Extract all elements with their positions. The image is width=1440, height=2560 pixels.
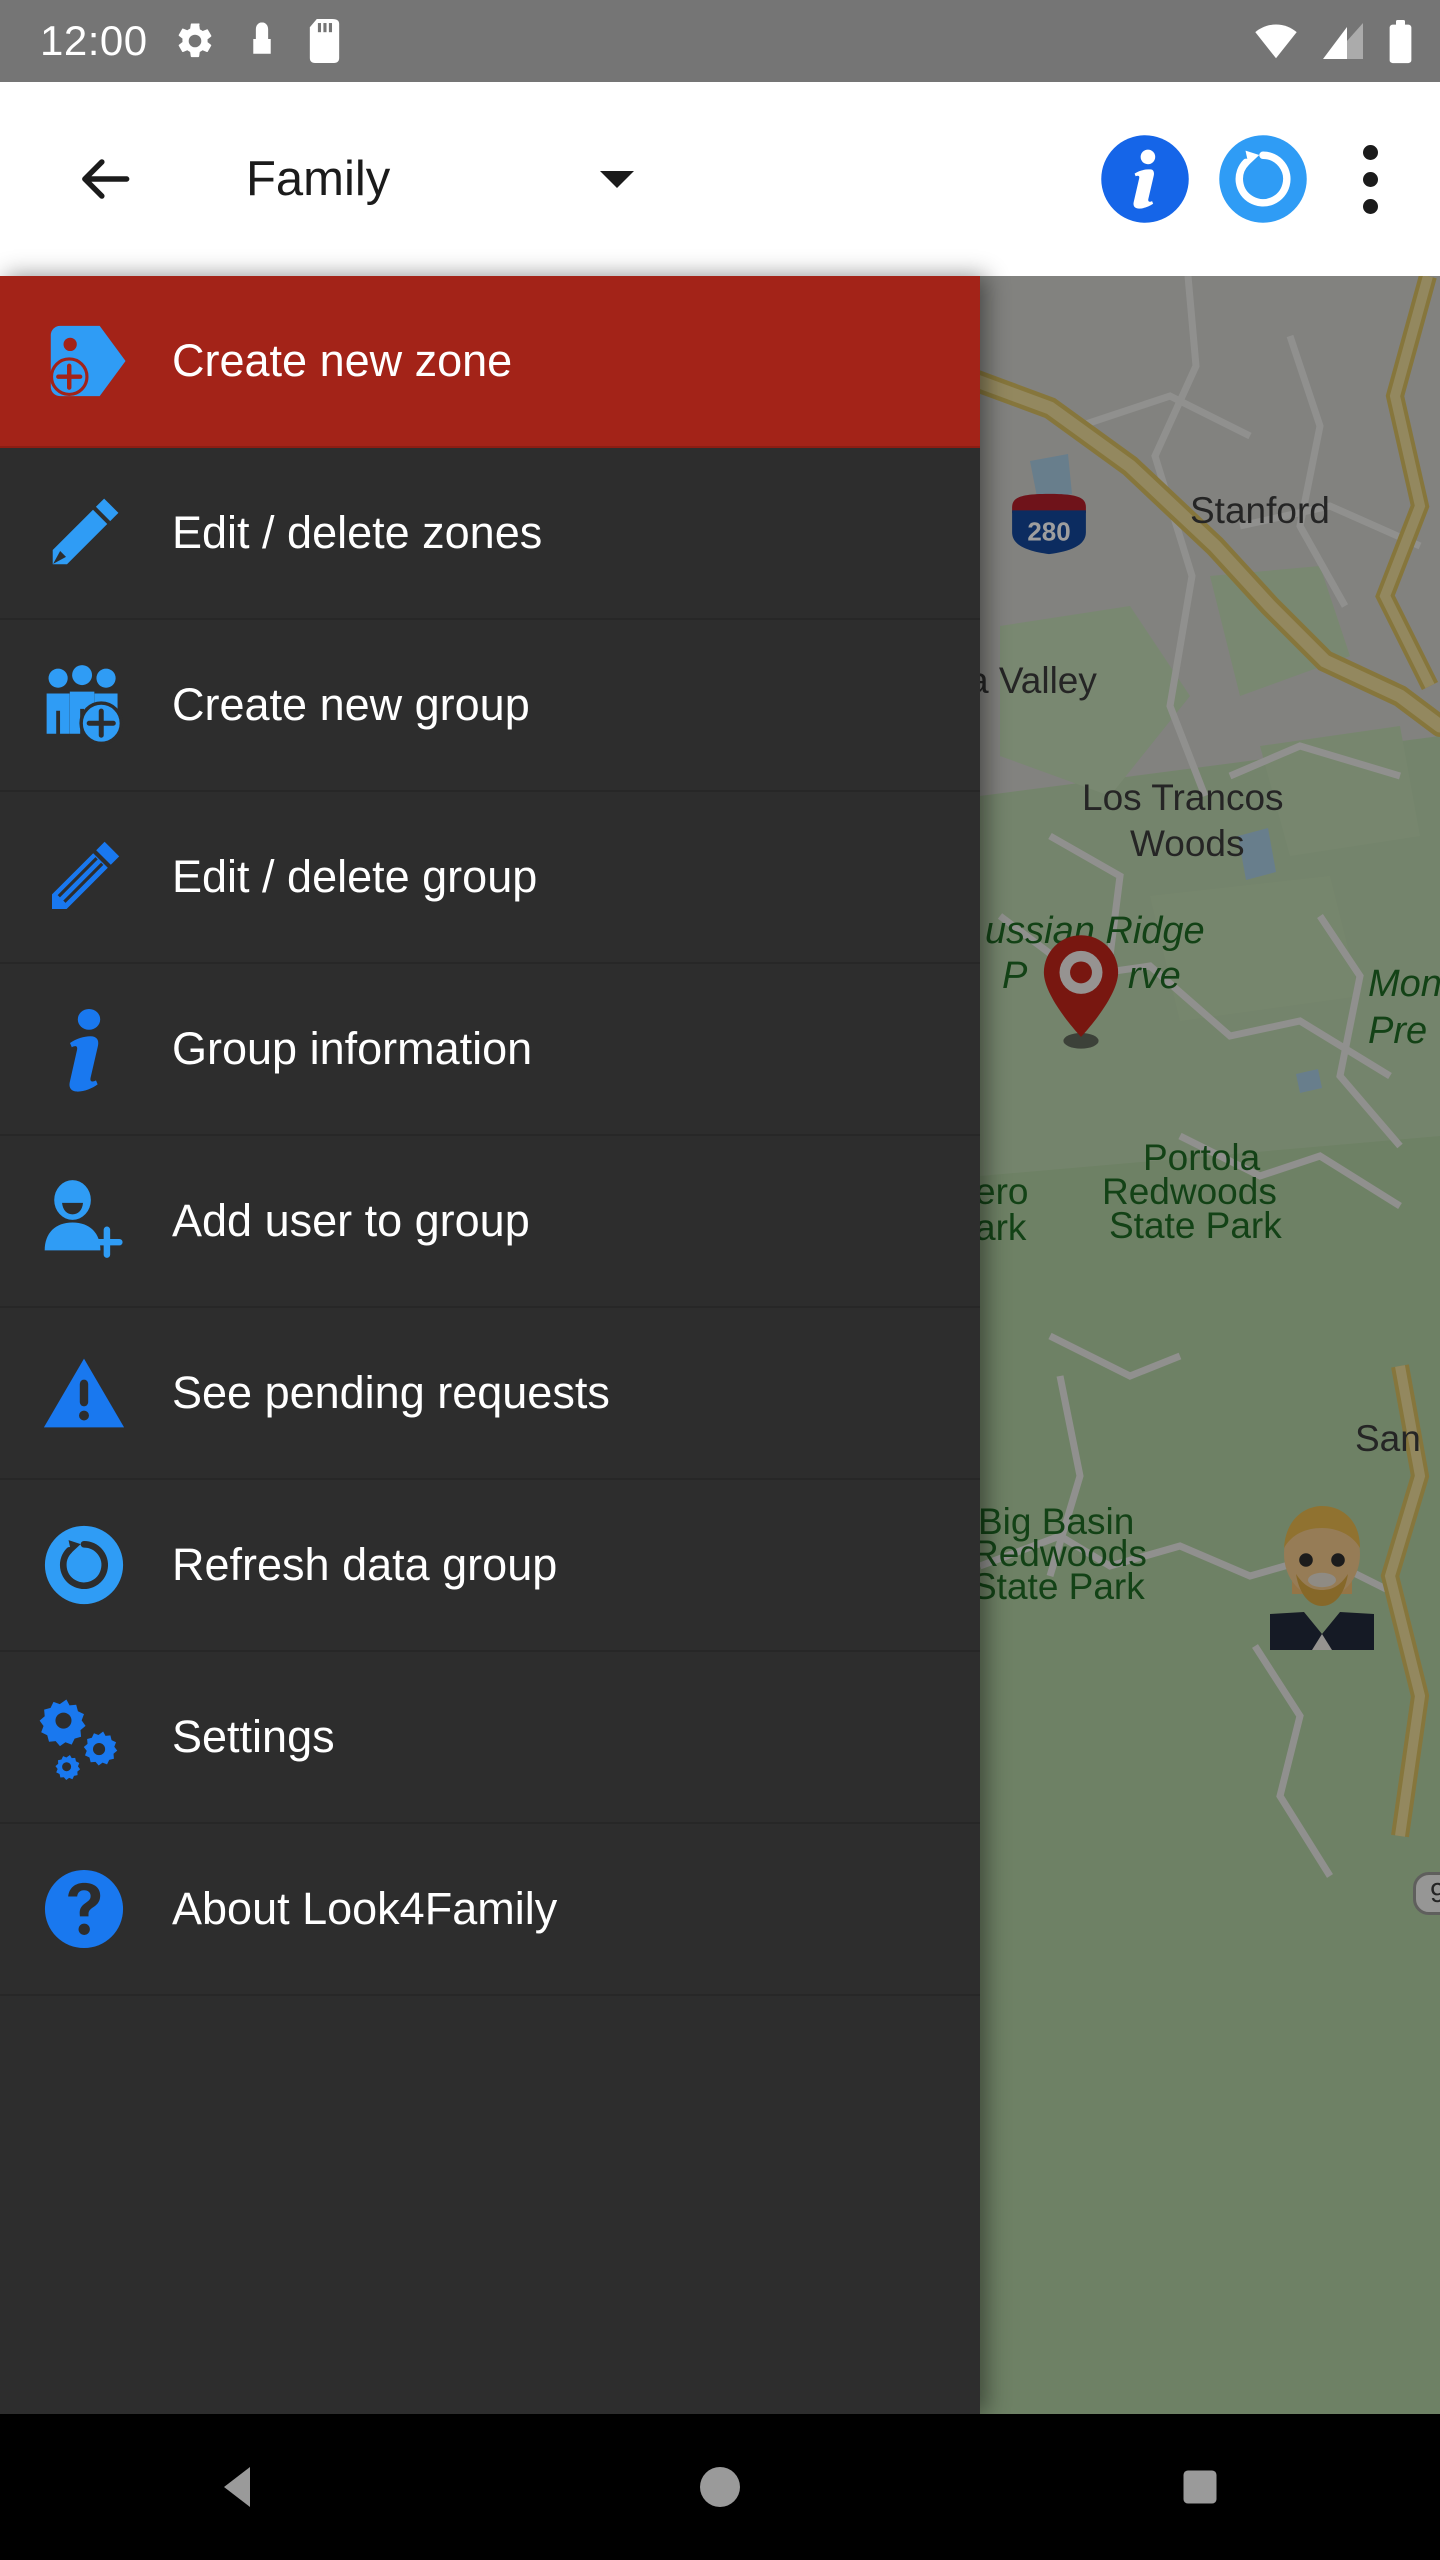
user-avatar[interactable] <box>1252 1498 1392 1650</box>
map-label-state-park: State Park <box>1109 1205 1282 1246</box>
nav-home-button[interactable] <box>480 2414 960 2560</box>
drawer-item-refresh-data-group[interactable]: Refresh data group <box>0 1480 980 1652</box>
drawer-item-label: Create new zone <box>172 335 513 386</box>
status-bar-right <box>1253 19 1414 64</box>
status-clock: 12:00 <box>40 17 148 64</box>
map-label-preserve-p: P <box>1002 955 1028 997</box>
drawer-item-group-information[interactable]: Group information <box>0 964 980 1136</box>
warning-triangle-icon <box>32 1341 136 1445</box>
map-label-stanford: Stanford <box>1190 490 1330 531</box>
status-bar: 12:00 <box>0 0 1440 82</box>
nav-recents-square-icon <box>1183 2470 1217 2504</box>
gears-icon <box>32 1685 136 1789</box>
drawer-item-see-pending-requests[interactable]: See pending requests <box>0 1308 980 1480</box>
location-pin-icon[interactable] <box>1038 931 1124 1049</box>
drawer-item-settings[interactable]: Settings <box>0 1652 980 1824</box>
pencil-icon <box>32 481 136 585</box>
notification-silent-icon <box>252 22 271 54</box>
tag-plus-icon <box>32 309 136 413</box>
highway-shield-280-icon: 280 <box>1012 493 1086 555</box>
map-label-pescadero: ero <box>975 1171 1029 1212</box>
drawer-item-create-new-group[interactable]: Create new group <box>0 620 980 792</box>
drawer-item-edit-delete-zones[interactable]: Edit / delete zones <box>0 448 980 620</box>
nav-home-circle-icon <box>700 2467 740 2507</box>
map-label-san: San <box>1355 1418 1421 1459</box>
overflow-dot <box>1362 171 1378 187</box>
drawer-item-label: Settings <box>172 1711 335 1762</box>
drawer-item-label: Edit / delete group <box>172 851 538 902</box>
drawer-item-about-look4family[interactable]: About Look4Family <box>0 1824 980 1996</box>
overflow-dot <box>1362 198 1378 214</box>
drawer-item-label: Group information <box>172 1023 533 1074</box>
nav-back-triangle-icon <box>224 2467 250 2507</box>
arrow-left-icon <box>82 159 130 199</box>
map-label-woods: Woods <box>1130 823 1245 864</box>
system-navigation-bar <box>0 2414 1440 2560</box>
drawer-item-label: Edit / delete zones <box>172 507 543 558</box>
map-label-big-basin-state-park: State Park <box>972 1566 1145 1607</box>
chevron-down-icon[interactable] <box>600 170 635 188</box>
drawer-item-label: About Look4Family <box>172 1883 558 1934</box>
nav-back-button[interactable] <box>0 2414 480 2560</box>
cellular-signal-icon <box>1323 23 1363 59</box>
svg-text:280: 280 <box>1027 516 1070 546</box>
page-title: Family <box>246 152 391 206</box>
drawer-item-label: Add user to group <box>172 1195 530 1246</box>
info-icon <box>1101 135 1189 223</box>
group-plus-icon <box>32 653 136 757</box>
user-plus-icon <box>32 1169 136 1273</box>
drawer-item-edit-delete-group[interactable]: Edit / delete group <box>0 792 980 964</box>
map-label-los-trancos: Los Trancos <box>1082 777 1284 818</box>
map-label-valley: a Valley <box>968 660 1097 701</box>
refresh-icon <box>1219 135 1307 223</box>
group-info-button[interactable] <box>1086 120 1204 238</box>
drawer-item-label: Refresh data group <box>172 1539 558 1590</box>
app-toolbar: Family <box>0 82 1440 276</box>
battery-full-icon <box>1389 19 1412 63</box>
drawer-item-add-user-to-group[interactable]: Add user to group <box>0 1136 980 1308</box>
phone-screen: 12:00 Family Stanford a Valley Los Tranc… <box>0 0 1440 2560</box>
navigation-drawer: Create new zone Edit / delete zones Crea… <box>0 276 980 2414</box>
refresh-circle-icon <box>32 1513 136 1617</box>
sd-card-icon <box>309 19 339 63</box>
map-label-monte-bello-pre: Pre <box>1368 1010 1428 1052</box>
drawer-item-label: Create new group <box>172 679 530 730</box>
gear-icon <box>178 23 211 58</box>
overflow-dot <box>1362 144 1378 160</box>
drawer-item-create-new-zone[interactable]: Create new zone <box>0 276 980 448</box>
overflow-menu-button[interactable] <box>1322 120 1418 238</box>
status-bar-left: 12:00 <box>40 19 1253 63</box>
drawer-item-label: See pending requests <box>172 1367 610 1418</box>
wifi-icon <box>1255 24 1297 59</box>
toolbar-actions <box>1086 120 1418 238</box>
highway-shield-9-icon: 9 <box>1413 1872 1440 1915</box>
refresh-button[interactable] <box>1204 120 1322 238</box>
question-circle-icon <box>32 1857 136 1961</box>
back-button[interactable] <box>58 131 154 227</box>
map-label-preserve-rve: rve <box>1128 955 1181 997</box>
pencil-lines-icon <box>32 825 136 929</box>
nav-recents-button[interactable] <box>960 2414 1440 2560</box>
info-i-icon <box>32 997 136 1101</box>
map-label-pescadero-park: ark <box>975 1207 1027 1248</box>
map-label-monte-bello: Mon <box>1368 963 1440 1005</box>
